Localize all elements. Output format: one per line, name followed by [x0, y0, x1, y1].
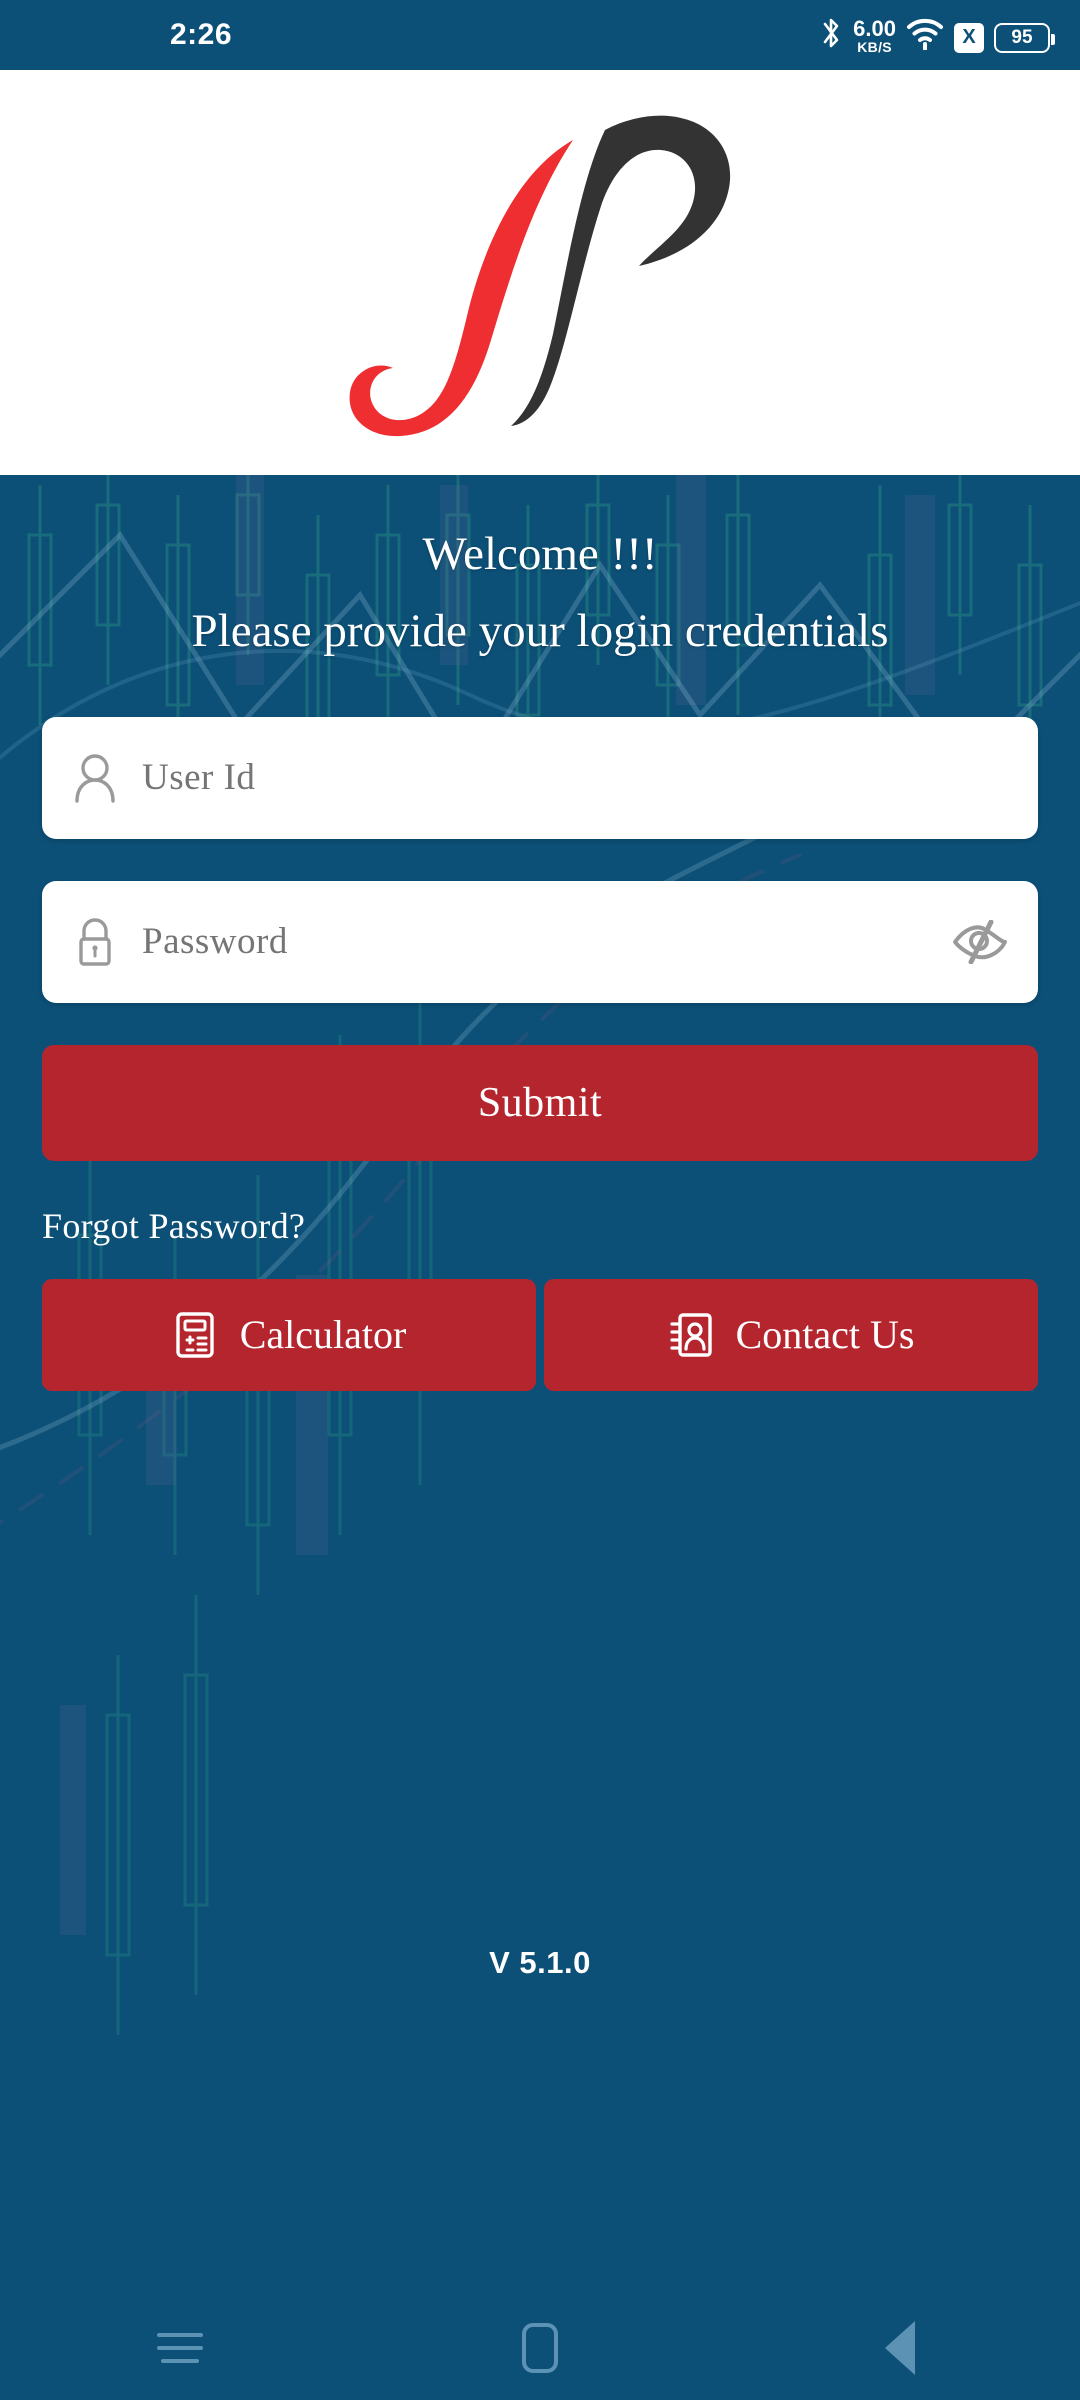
battery-level: 95: [1011, 26, 1033, 48]
login-body: Welcome !!! Please provide your login cr…: [0, 475, 1080, 2400]
nav-home-button[interactable]: [360, 2295, 720, 2400]
nav-back-button[interactable]: [720, 2295, 1080, 2400]
status-icons: 6.00 KB/S X 95: [819, 15, 1055, 55]
lock-icon: [68, 915, 122, 969]
calculator-label: Calculator: [239, 1312, 407, 1358]
eye-slash-icon[interactable]: [948, 918, 1012, 966]
person-icon: [68, 751, 122, 805]
logo-panel: [0, 70, 1080, 475]
calculator-icon: [172, 1311, 218, 1358]
app-version: V 5.1.0: [489, 1945, 591, 1980]
calculator-button[interactable]: Calculator: [42, 1278, 536, 1391]
back-icon: [885, 2320, 915, 2375]
password-input[interactable]: [142, 920, 948, 964]
wifi-icon: [906, 16, 944, 55]
android-nav-bar: [0, 2295, 1080, 2400]
contact-book-icon: [668, 1312, 714, 1358]
battery-icon: 95: [994, 22, 1055, 53]
recents-icon: [157, 2324, 203, 2372]
nav-recents-button[interactable]: [0, 2295, 360, 2400]
status-time: 2:26: [170, 18, 233, 51]
contact-us-button[interactable]: Contact Us: [544, 1278, 1038, 1391]
contact-us-label: Contact Us: [735, 1312, 915, 1358]
user-id-input[interactable]: [142, 756, 1012, 800]
network-speed: 6.00 KB/S: [853, 15, 896, 55]
user-id-field[interactable]: [42, 716, 1038, 839]
status-bar: 2:26 6.00 KB/S X 95: [0, 0, 1080, 70]
submit-button[interactable]: Submit: [42, 1044, 1038, 1161]
forgot-password-link[interactable]: Forgot Password?: [42, 1205, 305, 1247]
jp-monogram-logo: [349, 115, 731, 436]
login-form-container: Welcome !!! Please provide your login cr…: [0, 528, 1080, 1391]
sim-x-icon: X: [954, 22, 984, 53]
home-icon: [522, 2322, 558, 2373]
login-subtitle: Please provide your login credentials: [191, 605, 889, 658]
bluetooth-icon: [819, 16, 843, 55]
password-field[interactable]: [42, 880, 1038, 1003]
secondary-actions: Calculator Contact Us: [42, 1278, 1038, 1391]
welcome-heading: Welcome !!!: [422, 528, 658, 580]
